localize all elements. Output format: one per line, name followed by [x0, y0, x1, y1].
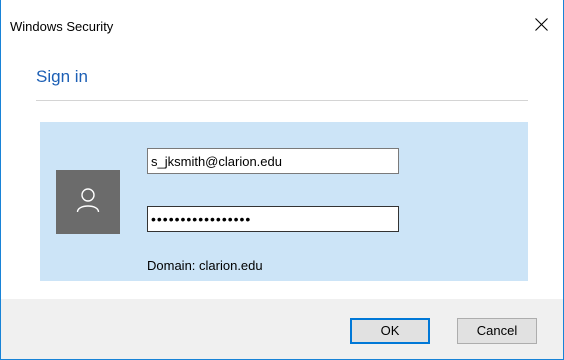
password-input[interactable]: •••••••••••••••••	[147, 206, 399, 232]
title-bar: Windows Security	[1, 0, 564, 40]
windows-security-dialog: Windows Security Sign in •••••••••••••••…	[0, 0, 564, 360]
close-icon	[535, 18, 548, 31]
domain-label: Domain: clarion.edu	[147, 258, 263, 273]
dialog-heading: Sign in	[36, 67, 88, 86]
window-title: Windows Security	[10, 19, 114, 34]
close-button[interactable]	[529, 12, 555, 38]
user-icon	[76, 188, 100, 213]
heading-divider	[36, 100, 528, 101]
username-input[interactable]	[147, 148, 399, 174]
cancel-button[interactable]: Cancel	[457, 318, 537, 344]
avatar	[56, 170, 120, 234]
ok-button[interactable]: OK	[350, 318, 430, 344]
